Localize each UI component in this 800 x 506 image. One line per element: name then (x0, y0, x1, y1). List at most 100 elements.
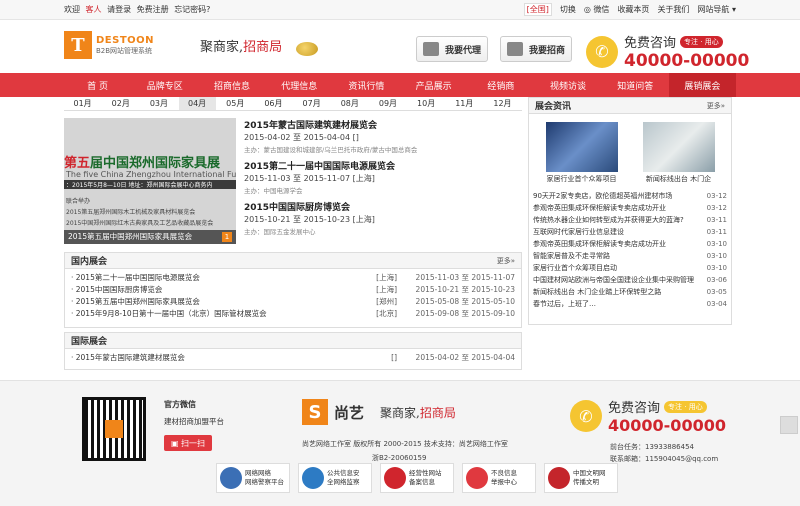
scan-button[interactable]: ▣ 扫一扫 (164, 435, 212, 451)
month-tab[interactable]: 08月 (331, 97, 370, 110)
item-date: 2015-11-03 至 2015-11-07 (415, 273, 515, 282)
list-item[interactable]: · 2015第二十一届中国国际电源展览会 [上海] 2015-11-03 至 201… (65, 272, 521, 284)
forgot-password-link[interactable]: 忘记密码? (174, 5, 210, 14)
invest-button[interactable]: 我要招商 (500, 36, 572, 62)
featured-item[interactable]: 2015中国国际厨房博览会 2015-10-21 至 2015-10-23 [上… (244, 200, 522, 236)
wechat-subtitle: 建材招商加盟平台 (164, 417, 224, 426)
news-date: 03-05 (706, 288, 727, 296)
list-item[interactable]: · 2015年9月8-10日第十一届中国（北京）国际管材展览会 [北京] 2015-… (65, 308, 521, 320)
news-item[interactable]: 传统热水器企业如何转型成为并获得更大的蓝海? 03-11 (533, 214, 727, 226)
nav-item-brands[interactable]: 品牌专区 (131, 73, 198, 97)
featured-item-title[interactable]: 2015第二十一届中国国际电源展览会 (244, 159, 522, 172)
news-item[interactable]: 春节过后，上班了… 03-04 (533, 298, 727, 310)
invest-label: 我要招商 (529, 45, 566, 56)
featured-slide[interactable]: 第五届中国郑州国际家具展 The five China Zhengzhou In… (64, 118, 236, 244)
list-item[interactable]: · 2015中国国际厨房博览会 [上海] 2015-10-21 至 2015-10-… (65, 284, 521, 296)
bookmark-link[interactable]: 收藏本页 (617, 4, 649, 15)
month-tab[interactable]: 03月 (140, 97, 179, 110)
news-item[interactable]: 90天开2家专卖店，欧伦德超英福州建材市场 03-12 (533, 190, 727, 202)
floating-qr-button[interactable] (780, 416, 798, 434)
news-title[interactable]: 90天开2家专卖店，欧伦德超英福州建材市场 (533, 190, 699, 202)
contact-phone: 前台任务：13933886454 (610, 443, 694, 451)
shield-icon (302, 467, 324, 489)
trust-badge[interactable]: 经营性网站 备案信息 (380, 463, 454, 493)
news-image-caption: 新闻标线出台 木门企 (645, 175, 712, 183)
news-item[interactable]: 智能家居普及不走寻常路 03-10 (533, 250, 727, 262)
user-status: 欢迎 客人 请登录 免费注册 忘记密码? (64, 4, 213, 15)
featured-item[interactable]: 2015第二十一届中国国际电源展览会 2015-11-03 至 2015-11-… (244, 159, 522, 195)
item-name[interactable]: · 2015第二十一届中国国际电源展览会 (71, 272, 361, 284)
news-item[interactable]: 新闻标线出台 木门企业踏上环保转型之路 03-05 (533, 286, 727, 298)
nav-item-news[interactable]: 资讯行情 (333, 73, 400, 97)
nav-item-investment[interactable]: 招商信息 (198, 73, 265, 97)
news-item[interactable]: 互联网时代家居行业信息建设 03-11 (533, 226, 727, 238)
news-title[interactable]: 新闻标线出台 木门企业踏上环保转型之路 (533, 286, 699, 298)
slide-pager[interactable]: 1 (222, 232, 232, 242)
month-tab[interactable]: 06月 (255, 97, 294, 110)
news-image-card[interactable]: 家居行业首个众筹项目 (545, 122, 618, 184)
news-title[interactable]: 智能家居普及不走寻常路 (533, 250, 699, 262)
more-link[interactable]: 更多» (707, 101, 725, 111)
month-tab[interactable]: 09月 (369, 97, 408, 110)
trust-badge[interactable]: 网络网络 网络警察平台 (216, 463, 290, 493)
news-title[interactable]: 传统热水器企业如何转型成为并获得更大的蓝海? (533, 214, 699, 226)
copyright: 尚艺网络工作室 版权所有 2000-2015 技术支持：尚艺网络工作室 (302, 440, 508, 448)
month-tab[interactable]: 11月 (446, 97, 484, 110)
nav-item-qa[interactable]: 知道问答 (602, 73, 669, 97)
news-title[interactable]: 中国建材网站欧洲与帝国全国建设企业集中采购管理 (533, 274, 699, 286)
news-title[interactable]: 家居行业首个众筹项目启动 (533, 262, 699, 274)
nav-item-dealers[interactable]: 经销商 (467, 73, 534, 97)
news-item[interactable]: 参观帝英田集成环保柜解读专卖店成功开业 03-10 (533, 238, 727, 250)
news-item[interactable]: 家居行业首个众筹项目启动 03-10 (533, 262, 727, 274)
featured-item-title[interactable]: 2015中国国际厨房博览会 (244, 200, 522, 213)
nav-item-home[interactable]: 首 页 (64, 73, 131, 97)
hotline-label: 免费咨询 (608, 401, 661, 416)
news-title[interactable]: 互联网时代家居行业信息建设 (533, 226, 699, 238)
nav-item-exhibitions[interactable]: 展销展会 (668, 73, 737, 97)
news-item[interactable]: 中国建材网站欧洲与帝国全国建设企业集中采购管理 03-06 (533, 274, 727, 286)
more-link[interactable]: 更多» (497, 256, 515, 266)
site-logo[interactable]: T DESTOON B2B网站管理系统 (64, 28, 168, 62)
month-tab[interactable]: 07月 (293, 97, 332, 110)
city-switch-link[interactable]: 切换 (560, 4, 576, 15)
news-title[interactable]: 春节过后，上班了… (533, 298, 699, 310)
news-item[interactable]: 参观帝英田集成环保柜解读专卖店成功开业 03-12 (533, 202, 727, 214)
item-name[interactable]: · 2015中国国际厨房博览会 (71, 284, 361, 296)
month-tab[interactable]: 12月 (484, 97, 523, 110)
about-link[interactable]: 关于我们 (657, 4, 689, 15)
icp-number[interactable]: 浙B2-20060159 (372, 453, 426, 463)
month-tab[interactable]: 02月 (102, 97, 141, 110)
nav-item-products[interactable]: 产品展示 (400, 73, 467, 97)
hotline-number: 40000-00000 (624, 51, 750, 71)
news-image-card[interactable]: 新闻标线出台 木门企 (642, 122, 715, 184)
trust-badge[interactable]: 不良信息 举报中心 (462, 463, 536, 493)
item-date: 2015-04-02 至 2015-04-04 (415, 353, 515, 362)
featured-item[interactable]: 2015年蒙古国际建筑建材展览会 2015-04-02 至 2015-04-04… (244, 118, 522, 154)
badge-line: 传播文明 (573, 478, 599, 486)
item-name[interactable]: · 2015年蒙古国际建筑建材展览会 (71, 352, 361, 364)
site-nav-dropdown[interactable]: 网站导航 ▾ (697, 4, 736, 15)
item-name[interactable]: · 2015第五届中国郑州国际家具展览会 (71, 296, 361, 308)
item-name[interactable]: · 2015年9月8-10日第十一届中国（北京）国际管材展览会 (71, 308, 361, 320)
month-tab[interactable]: 04月 (178, 97, 217, 110)
trust-badge[interactable]: 公共信息安 全网络监察 (298, 463, 372, 493)
become-agent-button[interactable]: 我要代理 (416, 36, 488, 62)
month-tabs: 01月 02月 03月 04月 05月 06月 07月 08月 09月 10月 … (64, 97, 523, 111)
month-tab[interactable]: 01月 (64, 97, 103, 110)
month-tab[interactable]: 05月 (217, 97, 255, 110)
news-title[interactable]: 参观帝英田集成环保柜解读专卖店成功开业 (533, 202, 699, 214)
list-item[interactable]: · 2015第五届中国郑州国际家具展览会 [郑州] 2015-05-08 至 201… (65, 296, 521, 308)
list-item[interactable]: · 2015年蒙古国际建筑建材展览会 [] 2015-04-02 至 2015-04… (65, 352, 521, 364)
weixin-link[interactable]: ◎ 微信 (584, 4, 610, 15)
month-tab[interactable]: 10月 (408, 97, 446, 110)
contact-email[interactable]: 联系邮箱：115904045@qq.com (610, 453, 726, 465)
register-link[interactable]: 免费注册 (137, 5, 169, 14)
news-title[interactable]: 参观帝英田集成环保柜解读专卖店成功开业 (533, 238, 699, 250)
trust-badges: 网络网络 网络警察平台 公共信息安 全网络监察 经营性网站 备案信息 不良信息 举报中心… (216, 463, 618, 493)
login-link[interactable]: 请登录 (107, 5, 131, 14)
featured-item-title[interactable]: 2015年蒙古国际建筑建材展览会 (244, 118, 522, 131)
trust-badge[interactable]: 中国文明网 传播文明 (544, 463, 618, 493)
nav-item-video[interactable]: 视频访谈 (534, 73, 601, 97)
nav-item-agency[interactable]: 代理信息 (266, 73, 333, 97)
slide-date: ：2015年5月8—10日 地址：郑州国际会展中心商务内 (64, 180, 236, 189)
